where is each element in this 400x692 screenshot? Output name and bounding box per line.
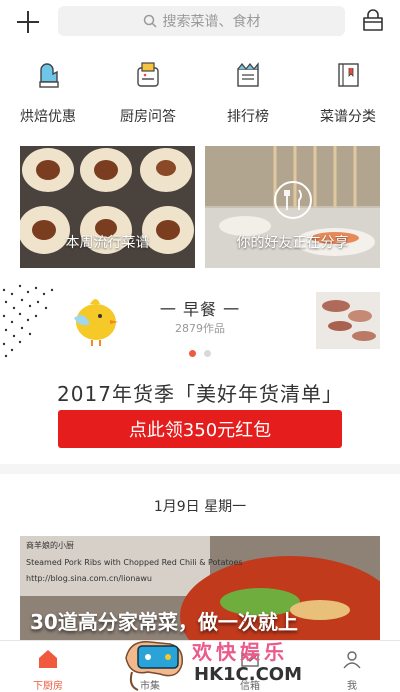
yellow-bird-icon bbox=[74, 299, 118, 346]
search-placeholder: 搜索菜谱、食材 bbox=[162, 14, 261, 30]
quick-entry-baking-deals[interactable]: 烘焙优惠 bbox=[3, 60, 93, 126]
banner-friends-sharing[interactable]: 你的好友正在分享 bbox=[205, 146, 380, 268]
page-dot-active[interactable] bbox=[189, 350, 196, 357]
feed-overlay-line: 商羊娘的小厨 bbox=[26, 541, 74, 550]
feed-overlay-line: Steamed Pork Ribs with Chopped Red Chili… bbox=[26, 558, 243, 567]
home-icon bbox=[39, 650, 57, 668]
claim-red-packet-button[interactable]: 点此领350元红包 bbox=[58, 410, 342, 448]
tab-me[interactable]: 我 bbox=[312, 641, 392, 692]
carousel-page-indicator bbox=[0, 350, 400, 360]
quick-entry-label: 菜谱分类 bbox=[320, 109, 376, 125]
promo-title: 2017年货季「美好年货清单」 bbox=[57, 382, 343, 406]
search-icon bbox=[143, 14, 157, 28]
watermark-logo: 欢快娱乐 HK1C.COM bbox=[120, 628, 302, 692]
page-dot[interactable] bbox=[204, 350, 211, 357]
meal-thumbnail[interactable] bbox=[316, 292, 380, 349]
basket-icon[interactable] bbox=[361, 9, 385, 33]
quick-entry-row: 烘焙优惠 厨房问答 排行榜 菜谱分类 bbox=[0, 60, 400, 130]
tab-label: 下厨房 bbox=[33, 681, 63, 692]
section-divider bbox=[0, 464, 400, 474]
quick-entry-label: 烘焙优惠 bbox=[20, 109, 76, 125]
quick-entry-label: 厨房问答 bbox=[120, 109, 176, 125]
feed-overlay-line: http://blog.sina.com.cn/lionawu bbox=[26, 574, 152, 583]
tab-kitchen[interactable]: 下厨房 bbox=[8, 641, 88, 692]
watermark-title: 欢快娱乐 bbox=[192, 640, 288, 664]
oven-mitt-icon bbox=[39, 63, 59, 88]
feed-date: 1月9日 星期一 bbox=[153, 499, 247, 515]
tab-label: 我 bbox=[347, 681, 357, 692]
meal-title: 一 早餐 一 bbox=[159, 300, 241, 319]
cookies-photo bbox=[316, 292, 380, 349]
user-icon bbox=[343, 651, 361, 669]
watermark-site: HK1C.COM bbox=[194, 664, 303, 685]
plus-icon[interactable] bbox=[16, 10, 40, 34]
crown-book-icon bbox=[237, 62, 259, 87]
recipe-book-icon bbox=[338, 63, 359, 87]
banner-caption: 本周流行菜谱 bbox=[65, 235, 150, 251]
top-bar: 搜索菜谱、食材 bbox=[0, 0, 400, 44]
feed-card[interactable]: 商羊娘的小厨 Steamed Pork Ribs with Chopped Re… bbox=[20, 536, 380, 640]
meal-count: 2879作品 bbox=[175, 322, 225, 335]
quick-entry-rankings[interactable]: 排行榜 bbox=[203, 60, 293, 126]
search-input[interactable]: 搜索菜谱、食材 bbox=[58, 6, 345, 36]
quick-entry-kitchen-qa[interactable]: 厨房问答 bbox=[103, 60, 193, 126]
banner-weekly-popular[interactable]: 本周流行菜谱 bbox=[20, 146, 195, 268]
dot-pattern-decoration bbox=[2, 284, 54, 358]
banner-caption: 你的好友正在分享 bbox=[236, 235, 349, 251]
toaster-icon bbox=[137, 62, 159, 87]
quick-entry-label: 排行榜 bbox=[227, 109, 269, 125]
quick-entry-recipe-categories[interactable]: 菜谱分类 bbox=[303, 60, 393, 126]
gamepad-hands-icon bbox=[125, 641, 183, 691]
